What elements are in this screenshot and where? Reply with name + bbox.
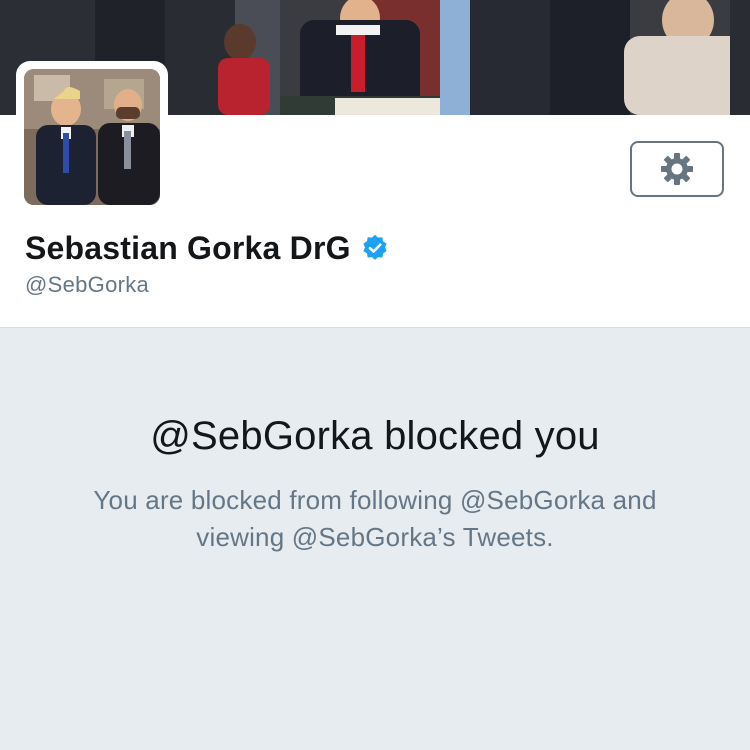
settings-button[interactable] <box>630 141 724 197</box>
avatar[interactable] <box>16 61 168 213</box>
display-name: Sebastian Gorka DrG <box>25 229 351 266</box>
screen-name: @SebGorka <box>25 272 150 297</box>
avatar-photo <box>24 69 160 205</box>
gear-icon <box>659 151 695 187</box>
blocked-message: You are blocked from following @SebGorka… <box>93 485 657 552</box>
blocked-title: @SebGorka blocked you <box>150 414 600 458</box>
display-name-row: Sebastian Gorka DrG <box>25 228 388 268</box>
verified-badge-icon <box>362 235 388 261</box>
blocked-notice-panel: @SebGorka blocked you You are blocked fr… <box>0 327 750 750</box>
